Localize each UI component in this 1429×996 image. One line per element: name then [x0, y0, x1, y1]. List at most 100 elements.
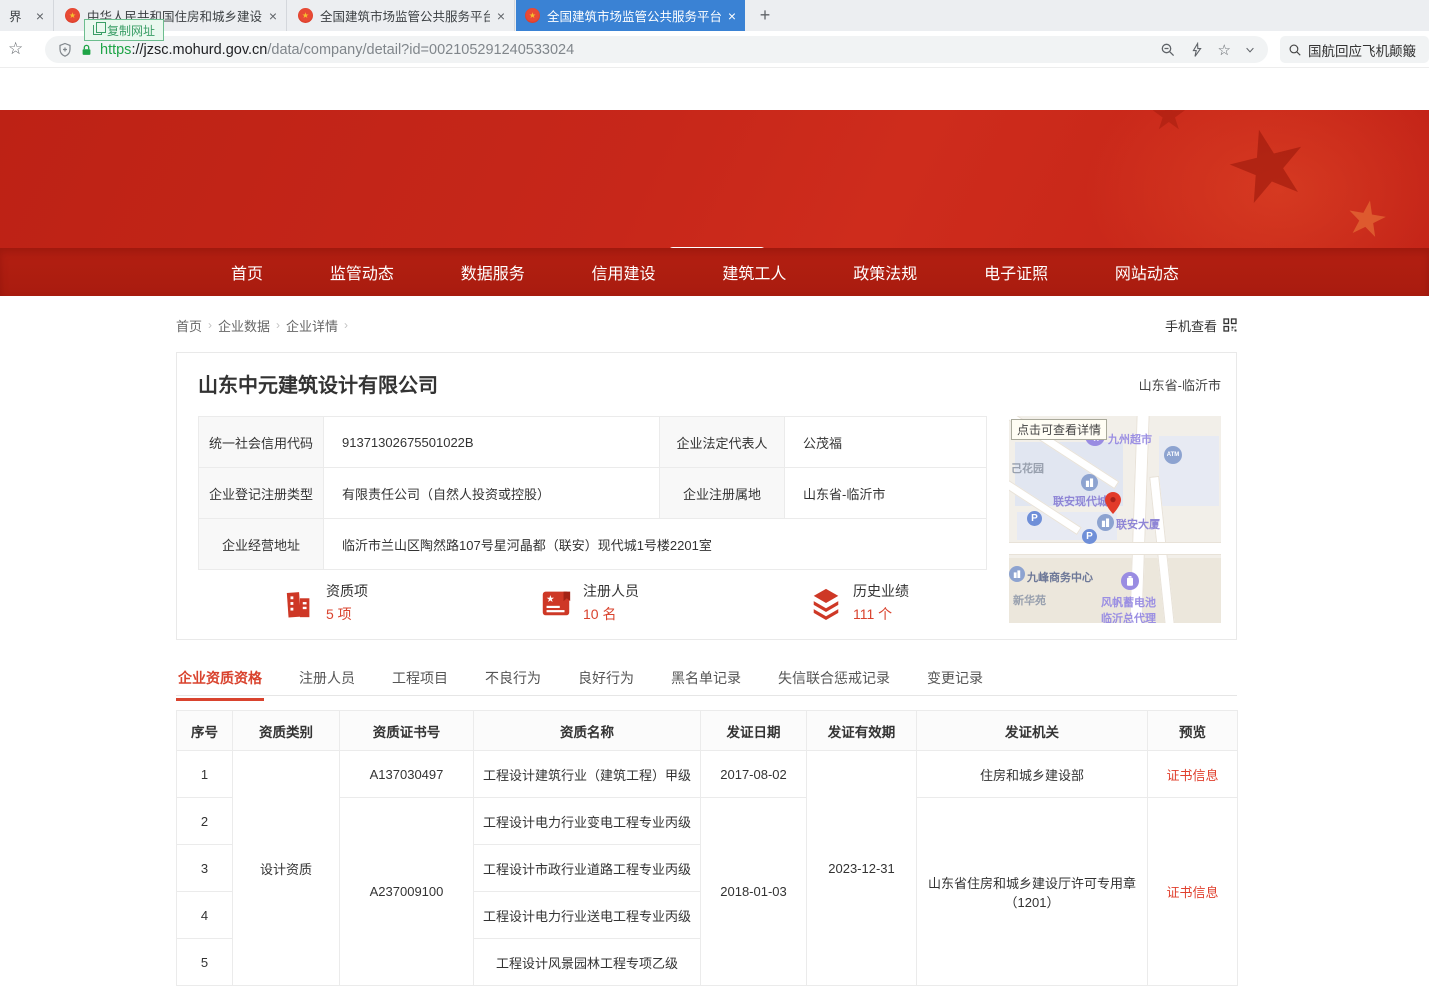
tab-change-records[interactable]: 变更记录: [925, 662, 985, 698]
col-header-cert-no: 资质证书号: [340, 711, 474, 751]
nav-item-home[interactable]: 首页: [225, 260, 269, 284]
browser-tab-partial[interactable]: 界 ×: [0, 0, 54, 31]
browser-tab-strip: 界 × ★ 中华人民共和国住房和城乡建设 × ★ 全国建筑市场监管公共服务平台 …: [0, 0, 1429, 31]
stat-label: 注册人员: [583, 581, 639, 601]
browser-tab-jzsc[interactable]: ★ 全国建筑市场监管公共服务平台 ×: [289, 0, 515, 31]
detail-tabs: 企业资质资格 注册人员 工程项目 不良行为 良好行为 黑名单记录 失信联合惩戒记…: [176, 662, 1237, 696]
stat-value: 5 项: [326, 604, 368, 624]
cell-preview: 证书信息: [1148, 751, 1238, 798]
tab-registered-personnel[interactable]: 注册人员: [297, 662, 357, 698]
cell-authority: 住房和城乡建设部: [917, 751, 1148, 798]
field-label: 企业法定代表人: [660, 417, 785, 468]
breadcrumb-home[interactable]: 首页: [176, 316, 202, 335]
hot-search-box[interactable]: 国航回应飞机颠簸: [1280, 36, 1429, 63]
zoom-out-icon[interactable]: [1160, 42, 1176, 58]
certificate-info-link[interactable]: 证书信息: [1166, 885, 1218, 900]
browser-tab-active[interactable]: ★ 全国建筑市场监管公共服务平台 ×: [516, 0, 745, 31]
tab-projects[interactable]: 工程项目: [390, 662, 450, 698]
page: 界 × ★ 中华人民共和国住房和城乡建设 × ★ 全国建筑市场监管公共服务平台 …: [0, 0, 1429, 996]
nav-item-policy[interactable]: 政策法规: [847, 260, 923, 284]
cell-cert-no: A137030497: [340, 751, 474, 798]
chevron-down-icon[interactable]: [1244, 42, 1256, 58]
credit-code-value: 91371302675501022B: [324, 417, 660, 468]
reg-region-value: 山东省-临沂市: [785, 468, 987, 519]
map-tooltip: 点击可查看详情: [1011, 419, 1107, 440]
url-scheme: https: [100, 42, 131, 58]
col-header-no: 序号: [177, 711, 233, 751]
table-header-row: 序号 资质类别 资质证书号 资质名称 发证日期 发证有效期 发证机关 预览: [177, 711, 1238, 751]
cell-no: 5: [177, 939, 233, 986]
cell-preview: 证书信息: [1148, 798, 1238, 986]
parking-marker-icon: P: [1082, 529, 1097, 544]
stat-registered-personnel[interactable]: ★ 注册人员 10 名: [539, 581, 639, 624]
field-label: 企业登记注册类型: [199, 468, 324, 519]
close-icon[interactable]: ×: [497, 9, 505, 23]
lightning-icon[interactable]: [1189, 42, 1205, 58]
qualification-table: 序号 资质类别 资质证书号 资质名称 发证日期 发证有效期 发证机关 预览 1 …: [176, 710, 1238, 986]
nav-item-supervision[interactable]: 监管动态: [324, 260, 400, 284]
company-region: 山东省-临沂市: [1139, 375, 1221, 394]
cell-name: 工程设计电力行业送电工程专业丙级: [474, 892, 701, 939]
nav-item-site-news[interactable]: 网站动态: [1109, 260, 1185, 284]
svg-text:★: ★: [546, 594, 554, 605]
close-icon[interactable]: ×: [269, 9, 277, 23]
mobile-view-link[interactable]: 手机查看: [1165, 316, 1237, 335]
parking-marker-icon: P: [1027, 511, 1042, 526]
nav-item-data-service[interactable]: 数据服务: [455, 260, 531, 284]
building-marker-icon: [1081, 474, 1098, 491]
tab-blacklist[interactable]: 黑名单记录: [669, 662, 743, 698]
company-location-map[interactable]: 点击可查看详情 九州超市 ATM 己花园 联安现代城 联安大厦 P P: [1009, 416, 1221, 623]
breadcrumb-company-data[interactable]: 企业数据: [218, 316, 270, 335]
col-header-category: 资质类别: [233, 711, 340, 751]
company-card: 山东中元建筑设计有限公司 山东省-临沂市 统一社会信用代码 9137130267…: [176, 352, 1237, 640]
cell-authority: 山东省住房和城乡建设厅许可专用章 （1201）: [917, 798, 1148, 986]
stat-qualifications[interactable]: 资质项 5 项: [282, 581, 368, 624]
breadcrumb-company-detail[interactable]: 企业详情: [286, 316, 338, 335]
cell-issue-date: 2018-01-03: [701, 798, 807, 986]
stat-value: 111 个: [853, 604, 909, 624]
favorite-star-icon[interactable]: ☆: [1218, 41, 1231, 59]
search-icon: [1288, 42, 1302, 58]
chevron-right-icon: ›: [208, 318, 212, 332]
address-value: 临沂市兰山区陶然路107号星河晶都（联安）现代城1号楼2201室: [324, 519, 987, 570]
tab-qualifications[interactable]: 企业资质资格: [176, 662, 264, 701]
poi-label-xinhuayuan: 新华苑: [1013, 592, 1046, 608]
tab-dishonesty-records[interactable]: 失信联合惩戒记录: [776, 662, 892, 698]
nav-item-ecert[interactable]: 电子证照: [978, 260, 1054, 284]
stat-history-performance[interactable]: 历史业绩 111 个: [809, 581, 909, 624]
nav-item-workers[interactable]: 建筑工人: [716, 260, 792, 284]
main-navigation: 首页 监管动态 数据服务 信用建设 建筑工人 政策法规 电子证照 网站动态: [0, 248, 1429, 296]
url-text[interactable]: https://jzsc.mohurd.gov.cn/data/company/…: [100, 42, 1153, 58]
nav-item-credit[interactable]: 信用建设: [586, 260, 662, 284]
tab-good-behavior[interactable]: 良好行为: [576, 662, 636, 698]
national-emblem-favicon: ★: [65, 8, 80, 23]
qr-code-icon: [1223, 318, 1237, 332]
cell-issue-date: 2017-08-02: [701, 751, 807, 798]
tab-bad-behavior[interactable]: 不良行为: [483, 662, 543, 698]
company-name: 山东中元建筑设计有限公司: [198, 369, 438, 398]
chevron-right-icon: ›: [344, 318, 348, 332]
address-field[interactable]: https://jzsc.mohurd.gov.cn/data/company/…: [45, 36, 1268, 63]
certificate-info-link[interactable]: 证书信息: [1166, 768, 1218, 783]
shield-icon[interactable]: [57, 42, 73, 58]
cell-name: 工程设计风景园林工程专项乙级: [474, 939, 701, 986]
national-emblem-favicon: ★: [298, 8, 313, 23]
building-marker-icon: [1097, 514, 1114, 531]
secure-lock-icon: [80, 42, 93, 58]
col-header-name: 资质名称: [474, 711, 701, 751]
bookmark-star-icon[interactable]: ☆: [8, 39, 23, 59]
new-tab-button[interactable]: +: [753, 4, 777, 28]
cell-no: 1: [177, 751, 233, 798]
cell-no: 4: [177, 892, 233, 939]
stat-label: 历史业绩: [853, 581, 909, 601]
flag-star-decoration: ★: [1341, 193, 1392, 248]
copy-url-tooltip: 复制网址: [84, 19, 164, 41]
field-label: 企业注册属地: [660, 468, 785, 519]
site-header: ★ ★ ★ ★ ★ ★ 中华人民共和国住房和城乡建设部 www.mohurd.g…: [0, 110, 1429, 248]
poi-label-supermarket: 九州超市: [1108, 431, 1152, 447]
col-header-issue-date: 发证日期: [701, 711, 807, 751]
certificate-icon: ★: [539, 586, 573, 620]
close-icon[interactable]: ×: [36, 9, 44, 23]
close-icon[interactable]: ×: [728, 9, 736, 23]
reg-type-value: 有限责任公司（自然人投资或控股）: [324, 468, 660, 519]
